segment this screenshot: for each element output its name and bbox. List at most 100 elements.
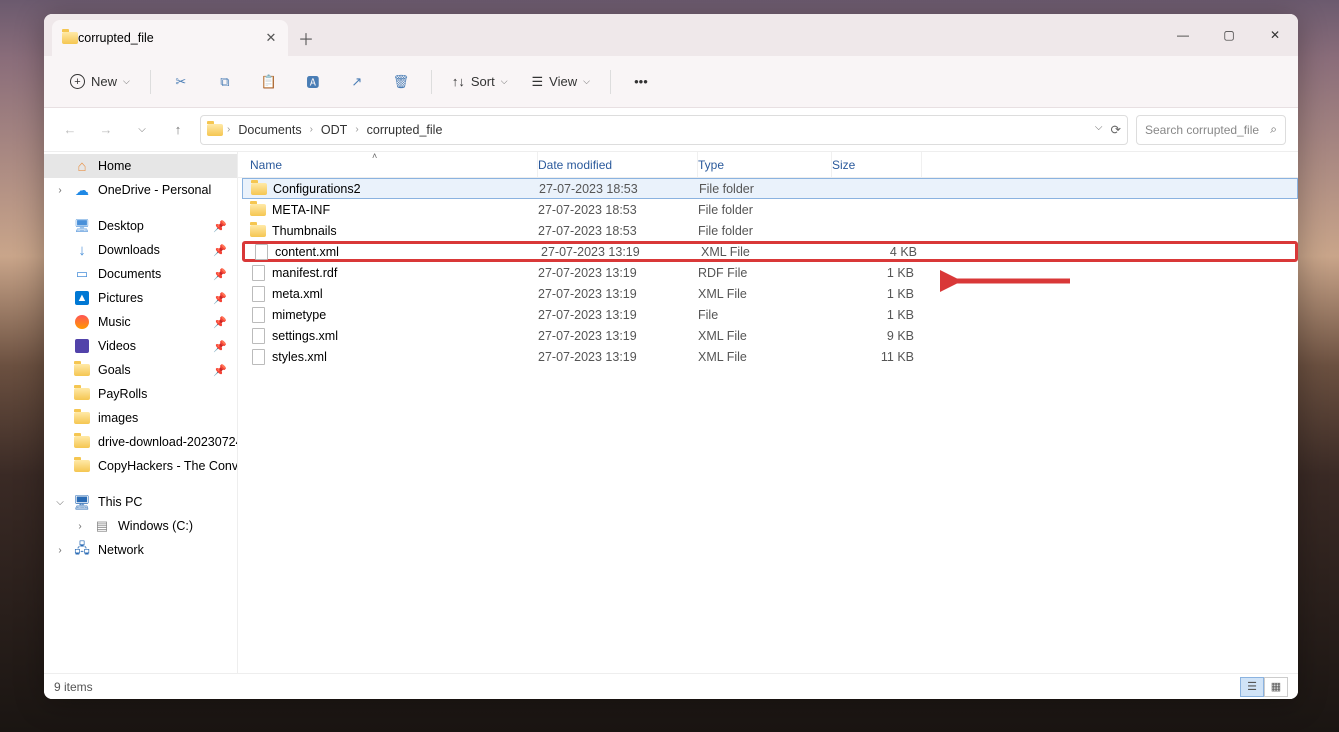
- file-icon: [253, 244, 269, 260]
- icons-view-button[interactable]: ▦: [1264, 677, 1288, 697]
- expand-icon[interactable]: ›: [54, 185, 66, 196]
- file-row[interactable]: meta.xml27-07-2023 13:19XML File1 KB: [242, 283, 1298, 304]
- pin-icon: 📌: [213, 244, 227, 257]
- file-name: META-INF: [272, 203, 330, 217]
- cut-button[interactable]: ✂: [161, 64, 201, 100]
- expand-icon[interactable]: ›: [74, 521, 86, 532]
- file-name: content.xml: [275, 245, 339, 259]
- dropdown-icon[interactable]: ⌵: [1095, 122, 1103, 137]
- sidebar-item-images[interactable]: images: [44, 406, 237, 430]
- view-button[interactable]: ☰ View ⌵: [522, 64, 600, 100]
- sidebar-item-network[interactable]: › 🖧 Network: [44, 538, 237, 562]
- file-row[interactable]: META-INF27-07-2023 18:53File folder: [242, 199, 1298, 220]
- sidebar-item-downloads[interactable]: ↓ Downloads 📌: [44, 238, 237, 262]
- network-icon: 🖧: [74, 542, 90, 558]
- chevron-right-icon: ›: [310, 124, 313, 135]
- search-icon: ⌕: [1270, 122, 1277, 137]
- file-type: XML File: [698, 329, 832, 343]
- sidebar-item-goals[interactable]: Goals 📌: [44, 358, 237, 382]
- file-row[interactable]: Configurations227-07-2023 18:53File fold…: [242, 178, 1298, 199]
- file-row[interactable]: settings.xml27-07-2023 13:19XML File9 KB: [242, 325, 1298, 346]
- file-name: mimetype: [272, 308, 326, 322]
- rename-button[interactable]: 🅰: [293, 64, 333, 100]
- details-view-button[interactable]: ☰: [1240, 677, 1264, 697]
- divider: [150, 70, 151, 94]
- breadcrumb-corrupted-file[interactable]: corrupted_file: [363, 123, 447, 137]
- forward-button[interactable]: →: [92, 116, 120, 144]
- chevron-down-icon: ⌵: [501, 76, 508, 87]
- search-input[interactable]: Search corrupted_file ⌕: [1136, 115, 1286, 145]
- file-size: 1 KB: [832, 308, 918, 322]
- file-row[interactable]: Thumbnails27-07-2023 18:53File folder: [242, 220, 1298, 241]
- file-type: XML File: [698, 287, 832, 301]
- column-header-name[interactable]: Name ˄: [242, 152, 538, 177]
- sidebar-item-drive-download[interactable]: drive-download-20230724T: [44, 430, 237, 454]
- expand-icon[interactable]: ›: [54, 545, 66, 556]
- music-icon: [74, 314, 90, 330]
- maximize-button[interactable]: ▢: [1206, 14, 1252, 56]
- back-button[interactable]: ←: [56, 116, 84, 144]
- share-icon: ↗: [351, 74, 362, 90]
- more-button[interactable]: •••: [621, 64, 661, 100]
- file-date: 27-07-2023 13:19: [541, 245, 701, 259]
- sidebar-item-this-pc[interactable]: ⌵ 🖥 This PC: [44, 490, 237, 514]
- sort-button[interactable]: ↑↓ Sort ⌵: [442, 64, 518, 100]
- file-type: File: [698, 308, 832, 322]
- paste-button[interactable]: 📋: [249, 64, 289, 100]
- trash-icon: 🗑: [393, 74, 410, 90]
- folder-icon: [207, 122, 223, 138]
- file-row[interactable]: styles.xml27-07-2023 13:19XML File11 KB: [242, 346, 1298, 367]
- column-headers: Name ˄ Date modified Type Size: [238, 152, 1298, 178]
- delete-button[interactable]: 🗑: [381, 64, 421, 100]
- sort-ascending-icon: ˄: [372, 152, 377, 161]
- chevron-right-icon: ›: [227, 124, 230, 135]
- collapse-icon[interactable]: ⌵: [54, 497, 66, 508]
- copy-button[interactable]: ⧉: [205, 64, 245, 100]
- new-tab-button[interactable]: ＋: [288, 20, 324, 56]
- file-row[interactable]: mimetype 27-07-2023 13:19File1 KB: [242, 304, 1298, 325]
- pc-icon: 🖥: [74, 494, 90, 510]
- minimize-button[interactable]: —: [1160, 14, 1206, 56]
- sidebar-item-pictures[interactable]: ▲ Pictures 📌: [44, 286, 237, 310]
- sidebar-item-onedrive[interactable]: › ☁ OneDrive - Personal: [44, 178, 237, 202]
- sidebar-item-music[interactable]: Music 📌: [44, 310, 237, 334]
- file-row[interactable]: manifest.rdf27-07-2023 13:19RDF File1 KB: [242, 262, 1298, 283]
- tab-current[interactable]: corrupted_file ✕: [52, 20, 288, 56]
- file-size: 1 KB: [832, 287, 918, 301]
- file-date: 27-07-2023 18:53: [539, 182, 699, 196]
- file-type: File folder: [698, 224, 832, 238]
- sidebar-item-copyhackers[interactable]: CopyHackers - The Convers: [44, 454, 237, 478]
- address-bar[interactable]: › Documents › ODT › corrupted_file ⌵ ⟳: [200, 115, 1128, 145]
- column-header-date[interactable]: Date modified: [538, 152, 698, 177]
- sort-icon: ↑↓: [452, 74, 465, 89]
- file-name: Thumbnails: [272, 224, 337, 238]
- sidebar-item-documents[interactable]: ▭ Documents 📌: [44, 262, 237, 286]
- file-size: 11 KB: [832, 350, 918, 364]
- file-name: meta.xml: [272, 287, 323, 301]
- column-header-size[interactable]: Size: [832, 152, 922, 177]
- sidebar-item-desktop[interactable]: 🖥 Desktop 📌: [44, 214, 237, 238]
- new-button[interactable]: + New ⌵: [60, 64, 140, 100]
- sidebar-item-payrolls[interactable]: PayRolls: [44, 382, 237, 406]
- refresh-button[interactable]: ⟳: [1111, 122, 1121, 137]
- view-mode-toggles: ☰ ▦: [1240, 677, 1288, 697]
- item-count: 9 items: [54, 680, 93, 694]
- column-header-type[interactable]: Type: [698, 152, 832, 177]
- sidebar-item-videos[interactable]: Videos 📌: [44, 334, 237, 358]
- share-button[interactable]: ↗: [337, 64, 377, 100]
- chevron-down-icon: ⌵: [123, 76, 130, 87]
- rename-icon: 🅰: [306, 72, 319, 91]
- chevron-down-icon: ⌵: [583, 76, 590, 87]
- up-button[interactable]: ↑: [164, 116, 192, 144]
- file-name: Configurations2: [273, 182, 361, 196]
- tab-close-button[interactable]: ✕: [262, 29, 280, 47]
- breadcrumb-odt[interactable]: ODT: [317, 123, 351, 137]
- file-row[interactable]: content.xml27-07-2023 13:19XML File4 KB: [242, 241, 1298, 262]
- sidebar-item-windows-c[interactable]: › ▤ Windows (C:): [44, 514, 237, 538]
- folder-icon: [74, 386, 90, 402]
- breadcrumb-documents[interactable]: Documents: [234, 123, 305, 137]
- close-button[interactable]: ✕: [1252, 14, 1298, 56]
- recent-dropdown[interactable]: ⌵: [128, 116, 156, 144]
- sidebar-item-home[interactable]: ⌂ Home: [44, 154, 237, 178]
- file-date: 27-07-2023 13:19: [538, 308, 698, 322]
